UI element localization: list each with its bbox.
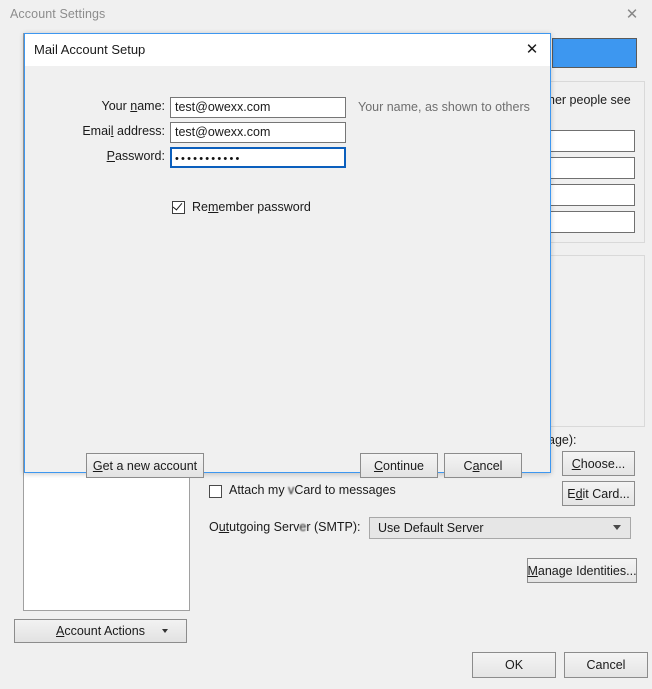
account-actions-button[interactable]: Account Actions [14, 619, 187, 643]
edit-card-button-label: Edit Card... [567, 486, 630, 501]
remember-password-row[interactable]: Remember password [172, 199, 311, 214]
identity-input-3[interactable] [550, 184, 635, 206]
outgoing-server-value: Use Default Server [378, 521, 484, 535]
password-row: Password: [25, 147, 165, 168]
dialog-body: Your name: test@owexx.com Your name, as … [25, 66, 550, 478]
choose-button[interactable]: Choose... [562, 451, 635, 476]
dialog-cancel-label: Cancel [463, 458, 503, 473]
chevron-down-icon [613, 525, 621, 530]
choose-button-label: Choose... [571, 456, 626, 471]
email-address-row: Email address: [25, 122, 165, 143]
your-name-label: Your name: [101, 99, 165, 113]
signature-hint-text: age): [548, 433, 577, 447]
account-actions-label: Account Actions [56, 624, 145, 638]
identity-input-1[interactable] [550, 130, 635, 152]
outgoing-server-label: Oututgoing Server (SMTP): [209, 520, 361, 534]
remember-password-checkbox[interactable] [172, 199, 185, 214]
get-new-account-label: Get a new account [92, 458, 198, 473]
dialog-cancel-button[interactable]: Cancel [444, 453, 522, 478]
outgoing-server-select[interactable]: Use Default Server [369, 517, 631, 539]
identity-input-4[interactable] [550, 211, 635, 233]
manage-identities-button[interactable]: Manage Identities... [527, 558, 637, 583]
email-address-label: Email address: [82, 124, 165, 138]
cancel-button[interactable]: Cancel [564, 652, 648, 678]
attach-vcard-checkbox[interactable] [209, 485, 222, 498]
identity-hint-text: her people see [548, 93, 631, 107]
continue-button-label: Continue [373, 458, 425, 473]
signature-group-box [540, 255, 645, 427]
remember-password-label: Remember password [192, 200, 311, 214]
password-label: Password: [106, 149, 165, 163]
dialog-close-icon[interactable]: ✕ [522, 40, 542, 60]
identity-input-2[interactable] [550, 157, 635, 179]
your-name-row: Your name: [25, 97, 165, 118]
check-icon [172, 199, 183, 211]
your-name-hint: Your name, as shown to others [358, 100, 530, 114]
email-address-input[interactable]: test@owexx.com [170, 122, 346, 143]
cancel-button-label: Cancel [586, 658, 626, 672]
password-input[interactable]: ••••••••••• [170, 147, 346, 168]
continue-button[interactable]: Continue [360, 453, 438, 478]
your-name-input[interactable]: test@owexx.com [170, 97, 346, 118]
ok-button-label: OK [504, 658, 524, 672]
mail-account-setup-dialog: Mail Account Setup ✕ Your name: test@owe… [24, 33, 551, 478]
ok-button[interactable]: OK [472, 652, 556, 678]
manage-identities-label: Manage Identities... [527, 563, 637, 578]
dialog-title: Mail Account Setup [34, 42, 146, 57]
caret-down-icon [162, 629, 168, 633]
selected-identity-field[interactable] [552, 38, 637, 68]
app-root: Account Settings ✕ ❯❯❯❯❯❯❯❯❯❯ Account Ac… [0, 0, 652, 689]
close-icon[interactable]: ✕ [622, 5, 642, 25]
edit-card-button[interactable]: Edit Card... [562, 481, 635, 506]
window-titlebar: Account Settings ✕ [0, 0, 652, 31]
get-new-account-button[interactable]: Get a new account [86, 453, 204, 478]
dialog-titlebar: Mail Account Setup ✕ [25, 34, 550, 66]
attach-vcard-label: Attach my vCard to messages [229, 483, 396, 497]
password-masked-value: ••••••••••• [175, 153, 242, 165]
window-title: Account Settings [10, 7, 106, 21]
